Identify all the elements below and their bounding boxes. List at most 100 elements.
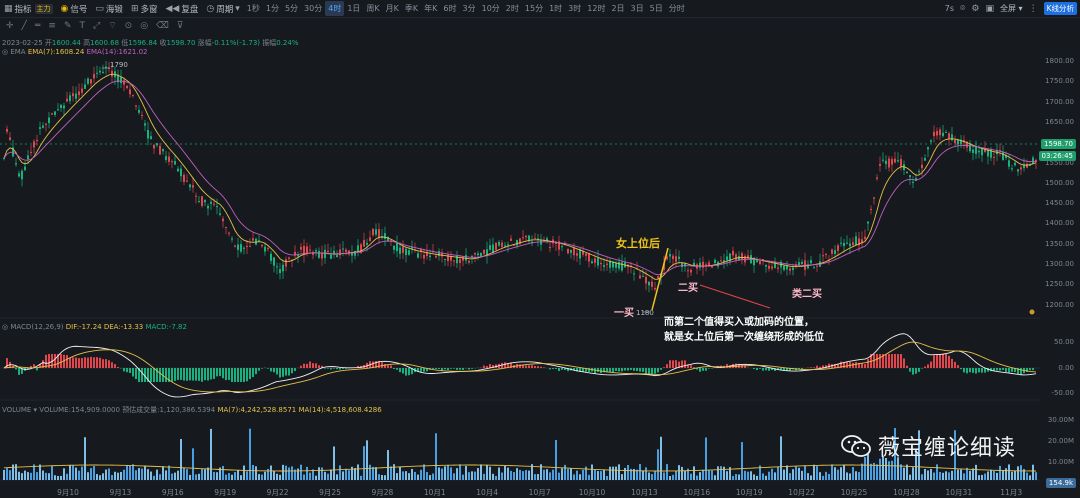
volume-bar	[549, 472, 551, 480]
candle-body	[369, 237, 371, 242]
candle-body	[711, 266, 713, 268]
volume-bar	[237, 469, 239, 480]
macd-bar	[897, 354, 899, 368]
macd-bar	[390, 365, 392, 368]
candle-body	[402, 246, 404, 253]
volume-bar	[606, 475, 608, 480]
candle-body	[264, 246, 266, 252]
volume-bar	[441, 468, 443, 480]
candle-body	[879, 163, 881, 166]
volume-bar	[828, 473, 830, 480]
candle-body	[516, 239, 518, 246]
macd-bar	[957, 365, 959, 368]
macd-bar	[552, 368, 554, 370]
volume-bar	[1014, 470, 1016, 480]
macd-axis-tick: 0.00	[1058, 363, 1074, 372]
eye-icon[interactable]: ◎	[2, 323, 8, 331]
volume-bar	[378, 474, 380, 480]
price-axis-tick: 1750.00	[1045, 77, 1074, 86]
candle-body	[576, 253, 578, 256]
candle-body	[921, 164, 923, 169]
volume-bar	[111, 474, 113, 480]
volume-bar	[696, 475, 698, 480]
volume-bar	[201, 468, 203, 480]
candle-body	[147, 130, 149, 139]
macd-bar	[285, 368, 287, 376]
volume-bar	[375, 467, 377, 480]
macd-bar	[291, 368, 293, 374]
volume-bar	[444, 466, 446, 480]
candle-body	[45, 123, 47, 125]
macd-bar	[387, 365, 389, 368]
volume-bar	[1005, 468, 1007, 480]
candle-body	[810, 260, 812, 264]
macd-bar	[114, 364, 116, 368]
volume-bar	[339, 465, 341, 480]
macd-bar	[609, 368, 611, 373]
candle-body	[339, 249, 341, 256]
macd-bar	[543, 367, 545, 368]
volume-bar	[66, 473, 68, 480]
volume-bar	[366, 440, 368, 480]
volume-bar	[912, 467, 914, 480]
volume-bar	[117, 472, 119, 480]
candle-body	[891, 158, 893, 165]
macd-bar	[549, 368, 551, 370]
macd-bar	[930, 361, 932, 368]
macd-bar	[15, 368, 17, 370]
macd-bar	[996, 368, 998, 371]
volume-bar	[105, 469, 107, 480]
macd-bar	[726, 363, 728, 368]
volume-bar	[804, 465, 806, 480]
volume-bar	[120, 471, 122, 480]
candle-body	[417, 253, 419, 258]
volume-bar	[657, 449, 659, 480]
macd-bar	[708, 368, 710, 369]
macd-bar	[159, 368, 161, 382]
candle-body	[201, 196, 203, 206]
volume-bar	[747, 471, 749, 480]
candle-body	[150, 136, 152, 140]
candle-body	[1008, 160, 1010, 167]
volume-bar	[945, 471, 947, 480]
volume-bar	[327, 473, 329, 480]
annotation-note-1: 而第二个值得买入或加码的位置，	[664, 317, 814, 328]
volume-bar	[624, 467, 626, 480]
volume-bar	[618, 464, 620, 480]
volume-bar	[681, 466, 683, 480]
macd-bar	[1002, 368, 1004, 370]
macd-bar	[756, 368, 758, 371]
candle-body	[225, 226, 227, 228]
macd-bar	[921, 368, 923, 369]
volume-bar	[702, 469, 704, 480]
volume-bar	[147, 469, 149, 480]
candle-body	[471, 255, 473, 257]
macd-bar	[219, 368, 221, 377]
macd-bar	[525, 365, 527, 368]
volume-bar	[420, 469, 422, 480]
candle-body	[234, 245, 236, 247]
macd-bar	[960, 368, 962, 370]
candle-body	[981, 148, 983, 156]
candle-body	[843, 242, 845, 247]
volume-bar	[285, 465, 287, 480]
kline-chart[interactable]	[0, 0, 1080, 498]
macd-bar	[504, 362, 506, 368]
volume-bar	[972, 468, 974, 480]
candle-body	[651, 281, 653, 287]
volume-value: VOLUME:154,909.0000	[39, 406, 120, 414]
candle-body	[633, 273, 635, 275]
volume-bar	[765, 475, 767, 480]
candle-body	[219, 213, 221, 215]
candle-body	[480, 252, 482, 257]
macd-bar	[663, 367, 665, 368]
macd-bar	[210, 368, 212, 380]
macd-bar	[171, 368, 173, 382]
macd-bar	[612, 368, 614, 373]
volume-bar	[45, 472, 47, 480]
volume-bar	[390, 466, 392, 480]
volume-bar	[432, 473, 434, 480]
volume-bar	[699, 472, 701, 480]
macd-bar	[267, 368, 269, 369]
volume-bar	[465, 466, 467, 480]
